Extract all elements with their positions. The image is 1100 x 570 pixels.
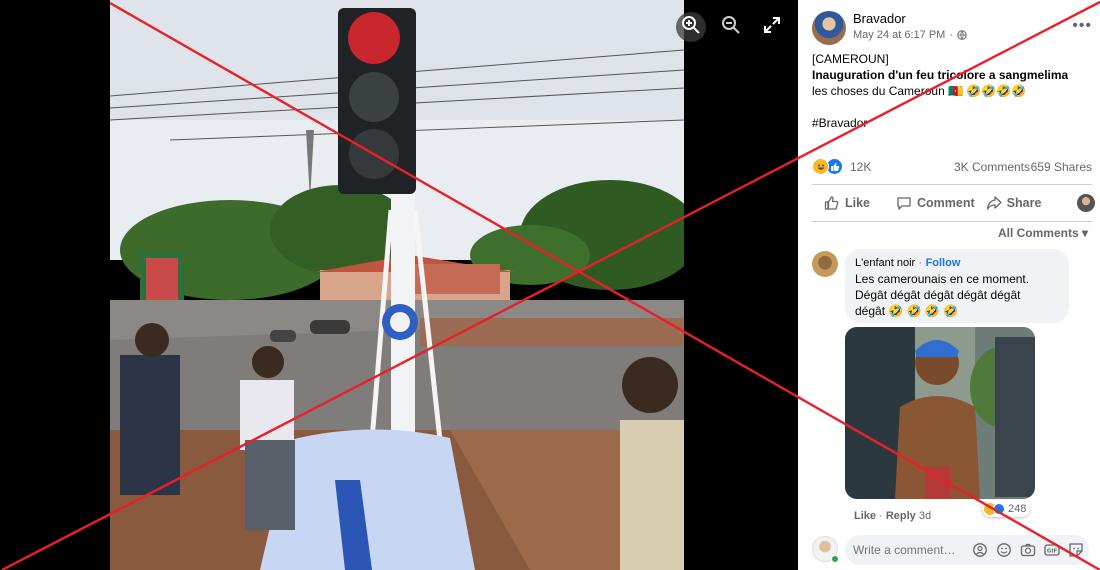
author-name[interactable]: Bravador bbox=[853, 11, 906, 26]
comment-line: Dégât dégât dégât dégât dégât bbox=[855, 288, 1021, 302]
photo-viewer bbox=[0, 0, 798, 570]
share-label: Share bbox=[1006, 196, 1042, 210]
globe-icon bbox=[957, 30, 967, 40]
post-meta: May 24 at 6:17 PM · bbox=[853, 29, 967, 41]
comment-sort-button[interactable]: All Comments ▾ bbox=[998, 226, 1088, 240]
post-header: Bravador May 24 at 6:17 PM · ••• bbox=[812, 9, 1092, 45]
comment-like-link[interactable]: Like bbox=[854, 510, 876, 522]
post-emoji: 🇨🇲 🤣🤣🤣🤣 bbox=[948, 84, 1027, 98]
share-button[interactable]: Share bbox=[986, 195, 1042, 211]
comment-line: Les camerounais en ce moment. bbox=[855, 272, 1030, 286]
caret-down-icon: ▾ bbox=[1081, 226, 1088, 240]
author-avatar[interactable] bbox=[812, 11, 846, 45]
gif-icon[interactable]: GIF bbox=[1044, 542, 1060, 558]
comment-actions: Like · Reply 3d bbox=[854, 510, 932, 522]
comment-image[interactable] bbox=[845, 327, 1035, 499]
comment-bubble: L'enfant noir · Follow Les camerounais e… bbox=[845, 249, 1069, 323]
fullscreen-icon bbox=[762, 15, 782, 40]
comment-input-tools: GIF bbox=[972, 542, 1084, 558]
post-headline: Inauguration d'un feu tricolore a sangme… bbox=[812, 68, 1069, 82]
comment-label: Comment bbox=[917, 196, 975, 210]
more-options-button[interactable]: ••• bbox=[1072, 17, 1092, 35]
reactions-row: 12K 3K Comments 659 Shares bbox=[812, 158, 1092, 176]
zoom-out-icon bbox=[721, 15, 741, 40]
comment-icon bbox=[896, 195, 912, 211]
post-photo[interactable] bbox=[110, 0, 684, 570]
comment-reply-link[interactable]: Reply bbox=[886, 510, 916, 522]
divider bbox=[812, 184, 1092, 185]
like-reaction-icon bbox=[993, 502, 1005, 515]
post-tag: [CAMEROUN] bbox=[812, 52, 889, 66]
comment-reactions[interactable]: 248 bbox=[982, 500, 1031, 517]
fullscreen-button[interactable] bbox=[757, 12, 787, 42]
separator: · bbox=[918, 257, 923, 269]
woman-center bbox=[240, 380, 294, 450]
reaction-count[interactable]: 12K bbox=[850, 160, 871, 174]
post-hashtag[interactable]: #Bravador bbox=[812, 115, 1094, 131]
comment-text: Les camerounais en ce moment. Dégât dégâ… bbox=[855, 271, 1059, 319]
zoom-in-icon bbox=[681, 15, 701, 40]
viewer-avatar bbox=[1077, 194, 1096, 212]
shares-count[interactable]: 659 Shares bbox=[1031, 160, 1092, 174]
sticker-icon[interactable] bbox=[1068, 542, 1084, 558]
zoom-out-button[interactable] bbox=[716, 12, 746, 42]
post-text: les choses du Cameroun bbox=[812, 84, 945, 98]
commenter-name[interactable]: L'enfant noir bbox=[855, 257, 915, 269]
online-status-dot bbox=[831, 555, 839, 563]
zoom-in-button[interactable] bbox=[676, 12, 706, 42]
comment-button[interactable]: Comment bbox=[896, 195, 975, 211]
divider bbox=[812, 221, 1092, 222]
post-text-line: les choses du Cameroun 🇨🇲 🤣🤣🤣🤣 bbox=[812, 83, 1094, 99]
comments-count[interactable]: 3K Comments bbox=[954, 160, 1030, 174]
comment-line: dégât 🤣 🤣 🤣 🤣 bbox=[855, 304, 959, 318]
emoji-icon[interactable] bbox=[996, 542, 1012, 558]
comment-photo bbox=[845, 327, 1035, 499]
comment-reaction-count: 248 bbox=[1008, 502, 1027, 515]
man-right bbox=[620, 420, 684, 570]
commenter-avatar[interactable] bbox=[812, 251, 838, 277]
post-panel: Bravador May 24 at 6:17 PM · ••• [CAMERO… bbox=[798, 0, 1100, 570]
red-light bbox=[348, 12, 400, 64]
photo-scene bbox=[110, 0, 684, 570]
post-body: [CAMEROUN] Inauguration d'un feu tricolo… bbox=[812, 51, 1094, 131]
follow-link[interactable]: Follow bbox=[926, 257, 961, 269]
post-actions: Like Comment Share bbox=[812, 190, 1096, 216]
svg-text:GIF: GIF bbox=[1047, 549, 1058, 555]
haha-reaction-icon bbox=[812, 158, 829, 175]
react-as-button[interactable] bbox=[1077, 194, 1100, 212]
camera-icon[interactable] bbox=[1020, 542, 1036, 558]
avatar-sticker-icon[interactable] bbox=[972, 542, 988, 558]
post-date[interactable]: May 24 at 6:17 PM bbox=[853, 29, 945, 41]
man-left bbox=[120, 355, 180, 495]
sort-label: All Comments bbox=[997, 226, 1079, 240]
comment-time[interactable]: 3d bbox=[919, 510, 931, 522]
reaction-icons[interactable] bbox=[812, 158, 846, 176]
like-button[interactable]: Like bbox=[824, 195, 870, 211]
share-icon bbox=[986, 195, 1002, 211]
thumbs-up-icon bbox=[824, 195, 840, 211]
like-label: Like bbox=[845, 196, 871, 210]
